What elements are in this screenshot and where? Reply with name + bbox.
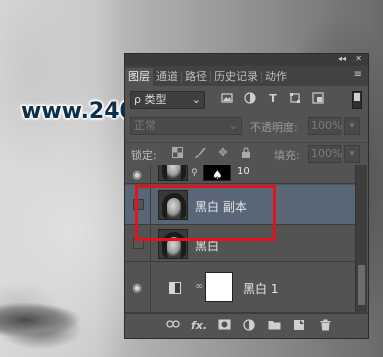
chevron-down-icon: ⌄ xyxy=(191,93,201,106)
opacity-field[interactable]: 100% xyxy=(308,117,342,135)
blend-mode-select[interactable]: 正常 ⌄ xyxy=(130,117,242,135)
scrollbar-thumb[interactable] xyxy=(358,265,365,305)
mask-icon[interactable] xyxy=(217,319,231,333)
layer-row[interactable]: ◉ ∞ 黑白 1 xyxy=(125,263,355,313)
blend-mode-value: 正常 xyxy=(134,119,156,132)
opacity-dropdown-button[interactable]: ▾ xyxy=(344,117,360,135)
link-chain-icon[interactable]: ∞ xyxy=(195,281,203,292)
lock-position-move-icon[interactable]: ✥ xyxy=(217,147,229,159)
tab-paths[interactable]: 路径 xyxy=(182,68,210,86)
close-icon[interactable]: ✕ xyxy=(355,54,362,63)
filter-toggle[interactable] xyxy=(352,91,362,109)
layer-mask-thumbnail: ♠ xyxy=(203,165,231,182)
trash-icon[interactable] xyxy=(318,319,332,333)
visibility-column: ◉ xyxy=(125,263,151,312)
pixel-filter-icon[interactable] xyxy=(220,92,234,106)
panel-title-strip: ◂◂ ✕ xyxy=(125,54,368,66)
adjustment-layer-icon xyxy=(169,282,181,294)
lips-area xyxy=(0,298,85,343)
type-filter-icon[interactable]: T xyxy=(266,92,280,106)
layers-scrollbar[interactable] xyxy=(355,165,367,313)
shape-filter-icon[interactable] xyxy=(288,92,302,106)
opacity-label: 不透明度: xyxy=(250,121,298,134)
fill-field[interactable]: 100% xyxy=(308,145,342,163)
adjustment-icon[interactable] xyxy=(242,319,256,333)
blend-row: 正常 ⌄ 不透明度: 100% ▾ xyxy=(125,114,368,138)
tab-history[interactable]: 历史记录 xyxy=(211,68,261,86)
panel-menu-icon[interactable]: ≡ xyxy=(354,69,362,80)
layer-row[interactable]: ◉ ⚲ ♠ 10 xyxy=(125,165,355,184)
layer-mask-thumbnail xyxy=(205,272,233,302)
lock-all-icon[interactable] xyxy=(240,147,252,159)
tab-channels[interactable]: 通道 xyxy=(153,68,181,86)
layers-bottom-toolbar: fx. xyxy=(125,313,368,338)
filter-type-label: ρ 类型 xyxy=(134,93,167,106)
eye-icon[interactable]: ◉ xyxy=(130,281,144,295)
filter-row: ρ 类型 ⌄ T xyxy=(125,89,368,111)
link-icon[interactable] xyxy=(166,319,180,333)
tab-layers[interactable]: 图层 xyxy=(125,68,153,86)
collapse-icon[interactable]: ◂◂ xyxy=(338,54,346,63)
selection-highlight-box xyxy=(135,185,276,241)
lock-transparent-icon[interactable] xyxy=(171,147,183,159)
layer-name: 10 xyxy=(237,166,250,177)
lock-row: 锁定: ✥ 填充: 100% ▾ xyxy=(125,142,368,164)
eye-icon[interactable]: ◉ xyxy=(130,168,144,182)
new-layer-icon[interactable] xyxy=(292,319,306,333)
link-icon: ⚲ xyxy=(191,168,198,178)
smart-object-filter-icon[interactable] xyxy=(311,92,325,106)
lock-label: 锁定: xyxy=(131,149,157,162)
adjustment-filter-icon[interactable] xyxy=(243,92,257,106)
visibility-column: ◉ xyxy=(125,165,151,183)
fill-label: 填充: xyxy=(274,149,300,162)
mask-shape: ♠ xyxy=(212,168,223,182)
chevron-down-icon: ⌄ xyxy=(228,119,238,132)
group-icon[interactable] xyxy=(267,319,281,333)
fill-dropdown-button[interactable]: ▾ xyxy=(344,145,360,163)
tab-actions[interactable]: 动作 xyxy=(262,68,290,86)
panel-tabs: 图层 通道 路径 历史记录 动作 ≡ xyxy=(125,66,368,86)
fx-icon[interactable]: fx. xyxy=(191,319,207,333)
filter-type-select[interactable]: ρ 类型 ⌄ xyxy=(130,91,205,109)
lock-image-brush-icon[interactable] xyxy=(194,147,206,159)
layer-name[interactable]: 黑白 1 xyxy=(243,280,278,297)
layer-thumbnail xyxy=(158,165,188,181)
